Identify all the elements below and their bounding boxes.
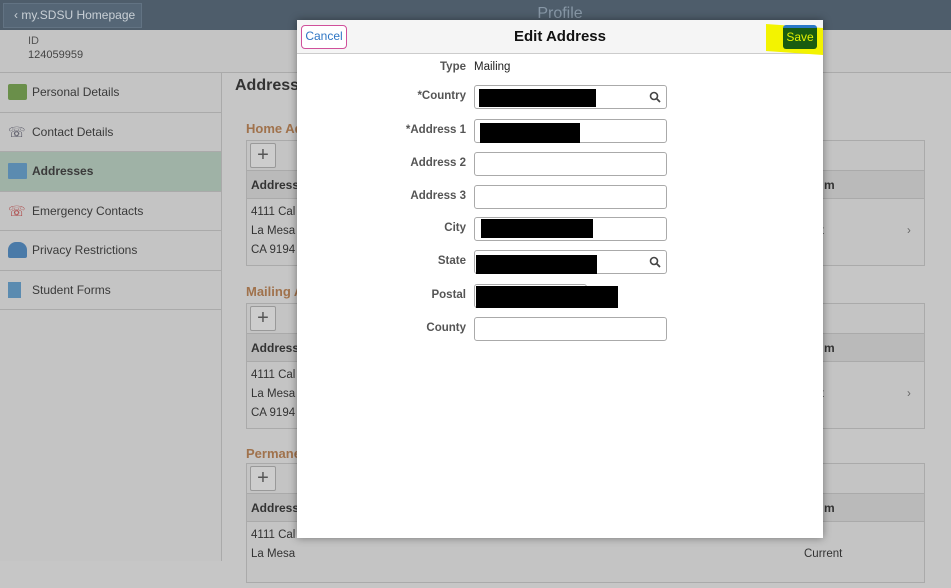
- address1-input[interactable]: [474, 119, 667, 143]
- chevron-right-icon: ›: [907, 225, 911, 237]
- phone-plus-icon: ☏: [8, 202, 26, 219]
- sidebar-item-addresses[interactable]: Addresses: [0, 152, 221, 192]
- search-icon[interactable]: [649, 91, 661, 103]
- postal-label: Postal: [431, 289, 466, 301]
- redaction: [479, 89, 596, 107]
- sidebar-item-contact-details[interactable]: ☏ Contact Details: [0, 113, 221, 152]
- chevron-right-icon: ›: [907, 388, 911, 400]
- sidebar-item-student-forms[interactable]: Student Forms: [0, 271, 221, 310]
- redaction: [476, 286, 618, 308]
- section-title: Permane: [246, 446, 301, 461]
- add-button[interactable]: +: [250, 143, 276, 168]
- city-input[interactable]: [474, 217, 667, 241]
- address3-input[interactable]: [474, 185, 667, 209]
- id-value: 124059959: [28, 49, 84, 61]
- sidebar: Personal Details ☏ Contact Details Addres…: [0, 73, 222, 561]
- address2-label: Address 2: [410, 157, 466, 169]
- sidebar-item-privacy-restrictions[interactable]: Privacy Restrictions: [0, 231, 221, 271]
- sidebar-item-emergency-contacts[interactable]: ☏ Emergency Contacts: [0, 192, 221, 231]
- county-label: County: [426, 322, 466, 334]
- redaction: [481, 219, 593, 238]
- document-icon: [8, 281, 21, 298]
- search-icon[interactable]: [649, 256, 661, 268]
- edit-address-modal: Cancel Edit Address Save Type Mailing *Co…: [297, 20, 823, 538]
- back-button[interactable]: ‹ my.SDSU Homepage: [3, 3, 142, 28]
- state-label: State: [437, 255, 466, 267]
- id-label: ID: [28, 35, 39, 47]
- section-heading: Address: [235, 77, 300, 94]
- state-input[interactable]: [474, 250, 667, 274]
- address1-label: *Address 1: [405, 124, 466, 136]
- sidebar-item-personal-details[interactable]: Personal Details: [0, 73, 221, 113]
- id-card-icon: [8, 84, 27, 101]
- phone-at-icon: ☏: [8, 123, 26, 140]
- modal-header: Cancel Edit Address Save: [297, 20, 823, 55]
- postal-input[interactable]: [474, 284, 618, 308]
- county-input[interactable]: [474, 317, 667, 341]
- address2-input[interactable]: [474, 152, 667, 176]
- address3-label: Address 3: [410, 190, 466, 202]
- add-button[interactable]: +: [250, 466, 276, 491]
- city-label: City: [444, 222, 466, 234]
- redaction: [476, 255, 597, 274]
- country-input[interactable]: [474, 85, 667, 109]
- section-title: Home Ad: [246, 121, 303, 136]
- type-label: Type: [440, 61, 466, 73]
- add-button[interactable]: +: [250, 306, 276, 331]
- type-value: Mailing: [474, 61, 511, 73]
- save-button[interactable]: Save: [783, 25, 817, 49]
- redaction: [480, 123, 580, 143]
- country-label: *Country: [417, 90, 466, 102]
- modal-title: Edit Address: [514, 28, 606, 45]
- section-title: Mailing A: [246, 284, 304, 299]
- user-lock-icon: [8, 242, 27, 259]
- envelope-icon: [8, 163, 27, 180]
